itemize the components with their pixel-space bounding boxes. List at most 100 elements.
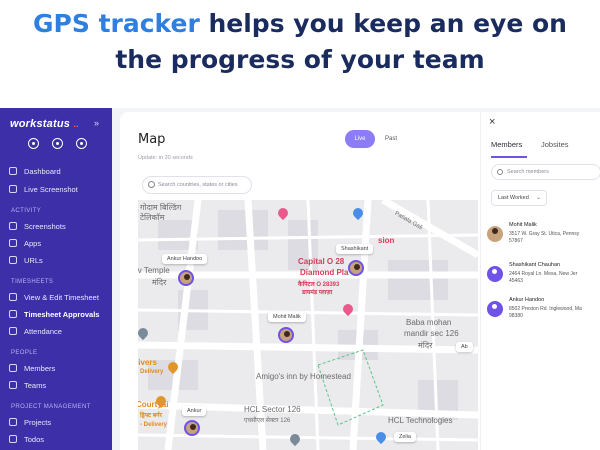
map-label: ड्रिफ्ट बर्गर bbox=[140, 413, 163, 419]
member-name: Shashikant Chauhan bbox=[509, 262, 561, 268]
sidebar-item-projects[interactable]: Projects bbox=[9, 415, 51, 429]
sidebar-item-dashboard[interactable]: Dashboard bbox=[9, 164, 61, 178]
member-list-item[interactable]: Shashikant Chauhan 2464 Royal Ln. Mesa, … bbox=[487, 262, 600, 302]
headline-line-2: the progress of your team bbox=[115, 45, 485, 74]
map[interactable]: गोदाम बिल्डिंग टेलिकॉम iv Temple मंदिर C… bbox=[138, 200, 478, 450]
member-zip: 98380 bbox=[509, 313, 523, 319]
map-card: Map Update: in 20 seconds Live Past Sear… bbox=[120, 112, 600, 450]
member-name: Mohit Malik bbox=[509, 222, 537, 228]
urls-icon bbox=[9, 256, 17, 264]
member-tag: Mohit Malik bbox=[268, 312, 306, 322]
sidebar-item-label: Timesheet Approvals bbox=[24, 309, 100, 319]
sidebar-item-timesheet-approvals[interactable]: Timesheet Approvals bbox=[9, 307, 99, 321]
sidebar-item-label: Screenshots bbox=[24, 221, 66, 231]
member-address: 3517 W. Gray St. Utica, Pennsy 57867 bbox=[509, 231, 600, 245]
brand-name: workstatus bbox=[10, 118, 71, 130]
sidebar-item-label: Attendance bbox=[24, 326, 62, 336]
tab-jobsites[interactable]: Jobsites bbox=[541, 140, 569, 149]
map-search-input[interactable]: Search countries, states or cities bbox=[142, 176, 252, 194]
update-timer: Update: in 20 seconds bbox=[138, 155, 193, 161]
brand-logo[interactable]: workstatus .. bbox=[10, 118, 79, 130]
member-tag: Ankur bbox=[182, 406, 207, 416]
live-screenshot-icon bbox=[9, 185, 17, 193]
map-label: livers bbox=[138, 358, 157, 367]
settings-icon[interactable] bbox=[52, 138, 63, 149]
member-list-item[interactable]: Mohit Malik 3517 W. Gray St. Utica, Penn… bbox=[487, 222, 600, 262]
member-address: 2464 Royal Ln. Mesa, New Jer 45463 bbox=[509, 271, 600, 285]
map-label: Capital O 28 bbox=[298, 257, 345, 266]
member-location-pin[interactable] bbox=[184, 420, 200, 436]
members-icon bbox=[9, 364, 17, 372]
teams-icon bbox=[9, 381, 17, 389]
map-label: iv Temple bbox=[138, 266, 170, 275]
sidebar-item-label: Members bbox=[24, 363, 56, 373]
member-tag: Shashikant bbox=[336, 244, 374, 254]
member-location-pin[interactable] bbox=[178, 270, 194, 286]
member-tag: Ankur Handoo bbox=[162, 254, 208, 264]
sidebar-item-label: Apps bbox=[24, 238, 42, 248]
sidebar-item-label: Live Screenshot bbox=[24, 184, 78, 194]
sidebar-item-label: Dashboard bbox=[24, 166, 61, 176]
apps-icon bbox=[9, 239, 17, 247]
avatar bbox=[487, 301, 503, 317]
sidebar-item-teams[interactable]: Teams bbox=[9, 378, 46, 392]
brand-dots: .. bbox=[73, 119, 79, 129]
map-label: HCL Technologies bbox=[388, 416, 453, 425]
sidebar-item-live-screenshot[interactable]: Live Screenshot bbox=[9, 182, 78, 196]
member-list-item[interactable]: Ankur Handoo 8502 Preston Rd. Inglewood,… bbox=[487, 297, 600, 337]
sort-label: Last Worked bbox=[498, 195, 529, 201]
collapse-sidebar-icon[interactable]: » bbox=[94, 118, 99, 128]
map-label: एचसीएल सेक्टर 126 bbox=[244, 418, 291, 424]
map-label: मंदिर bbox=[418, 341, 433, 350]
section-people: PEOPLE bbox=[11, 350, 38, 356]
todos-icon bbox=[9, 435, 17, 443]
quick-actions bbox=[28, 138, 87, 149]
sidebar-item-label: Teams bbox=[24, 380, 47, 390]
headline-line-1: GPS tracker helps you keep an eye on bbox=[0, 6, 600, 42]
map-label: डायमंड प्लाज़ा bbox=[302, 290, 333, 296]
live-past-toggle: Live Past bbox=[345, 130, 415, 148]
tab-underline bbox=[491, 156, 527, 158]
member-tag: Ab bbox=[456, 342, 473, 352]
projects-icon bbox=[9, 418, 17, 426]
sort-dropdown[interactable]: Last Worked ⌄ bbox=[491, 190, 547, 206]
attendance-icon bbox=[9, 327, 17, 335]
sidebar-item-members[interactable]: Members bbox=[9, 361, 55, 375]
sidebar-item-apps[interactable]: Apps bbox=[9, 236, 41, 250]
search-icon bbox=[148, 181, 155, 188]
avatar bbox=[487, 226, 503, 242]
sidebar-item-attendance[interactable]: Attendance bbox=[9, 324, 62, 338]
member-location-pin[interactable] bbox=[348, 260, 364, 276]
past-button[interactable]: Past bbox=[385, 130, 397, 148]
headline-rest: helps you keep an eye on bbox=[199, 9, 567, 38]
member-address: 8502 Preston Rd. Inglewood, Ma 98380 bbox=[509, 306, 600, 320]
member-location-pin[interactable] bbox=[278, 327, 294, 343]
chevron-down-icon: ⌄ bbox=[535, 195, 541, 201]
sidebar-item-screenshots[interactable]: Screenshots bbox=[9, 219, 66, 233]
close-icon[interactable]: × bbox=[489, 116, 495, 128]
members-panel: × Members Jobsites Search members Last W… bbox=[480, 112, 600, 450]
screenshots-icon bbox=[9, 222, 17, 230]
sidebar-item-todos[interactable]: Todos bbox=[9, 432, 44, 446]
member-search-input[interactable]: Search members bbox=[491, 164, 600, 180]
map-label: HCL Sector 126 bbox=[244, 405, 301, 414]
member-address-line: 3517 W. Gray St. Utica, Pennsy bbox=[509, 231, 580, 237]
member-name: Ankur Handoo bbox=[509, 297, 545, 303]
section-timesheets: TIMESHEETS bbox=[11, 279, 54, 285]
live-button[interactable]: Live bbox=[345, 130, 375, 148]
map-label: Delivery bbox=[140, 369, 164, 375]
map-label: Diamond Pla bbox=[300, 268, 349, 277]
sidebar: workstatus .. » Dashboard Live Screensho… bbox=[0, 108, 112, 450]
map-label: sion bbox=[378, 236, 395, 245]
dashboard-icon bbox=[9, 167, 17, 175]
member-address-line: 2464 Royal Ln. Mesa, New Jer bbox=[509, 271, 578, 277]
tab-members[interactable]: Members bbox=[491, 140, 522, 149]
notification-icon[interactable] bbox=[76, 138, 87, 149]
sidebar-item-label: URLs bbox=[24, 255, 43, 265]
map-label: कैपिटल O 28393 bbox=[298, 282, 340, 288]
sidebar-item-view-edit-timesheet[interactable]: View & Edit Timesheet bbox=[9, 290, 99, 304]
map-label: Baba mohan bbox=[406, 318, 452, 327]
app-window: workstatus .. » Dashboard Live Screensho… bbox=[0, 108, 600, 450]
sidebar-item-urls[interactable]: URLs bbox=[9, 253, 43, 267]
timer-icon[interactable] bbox=[28, 138, 39, 149]
